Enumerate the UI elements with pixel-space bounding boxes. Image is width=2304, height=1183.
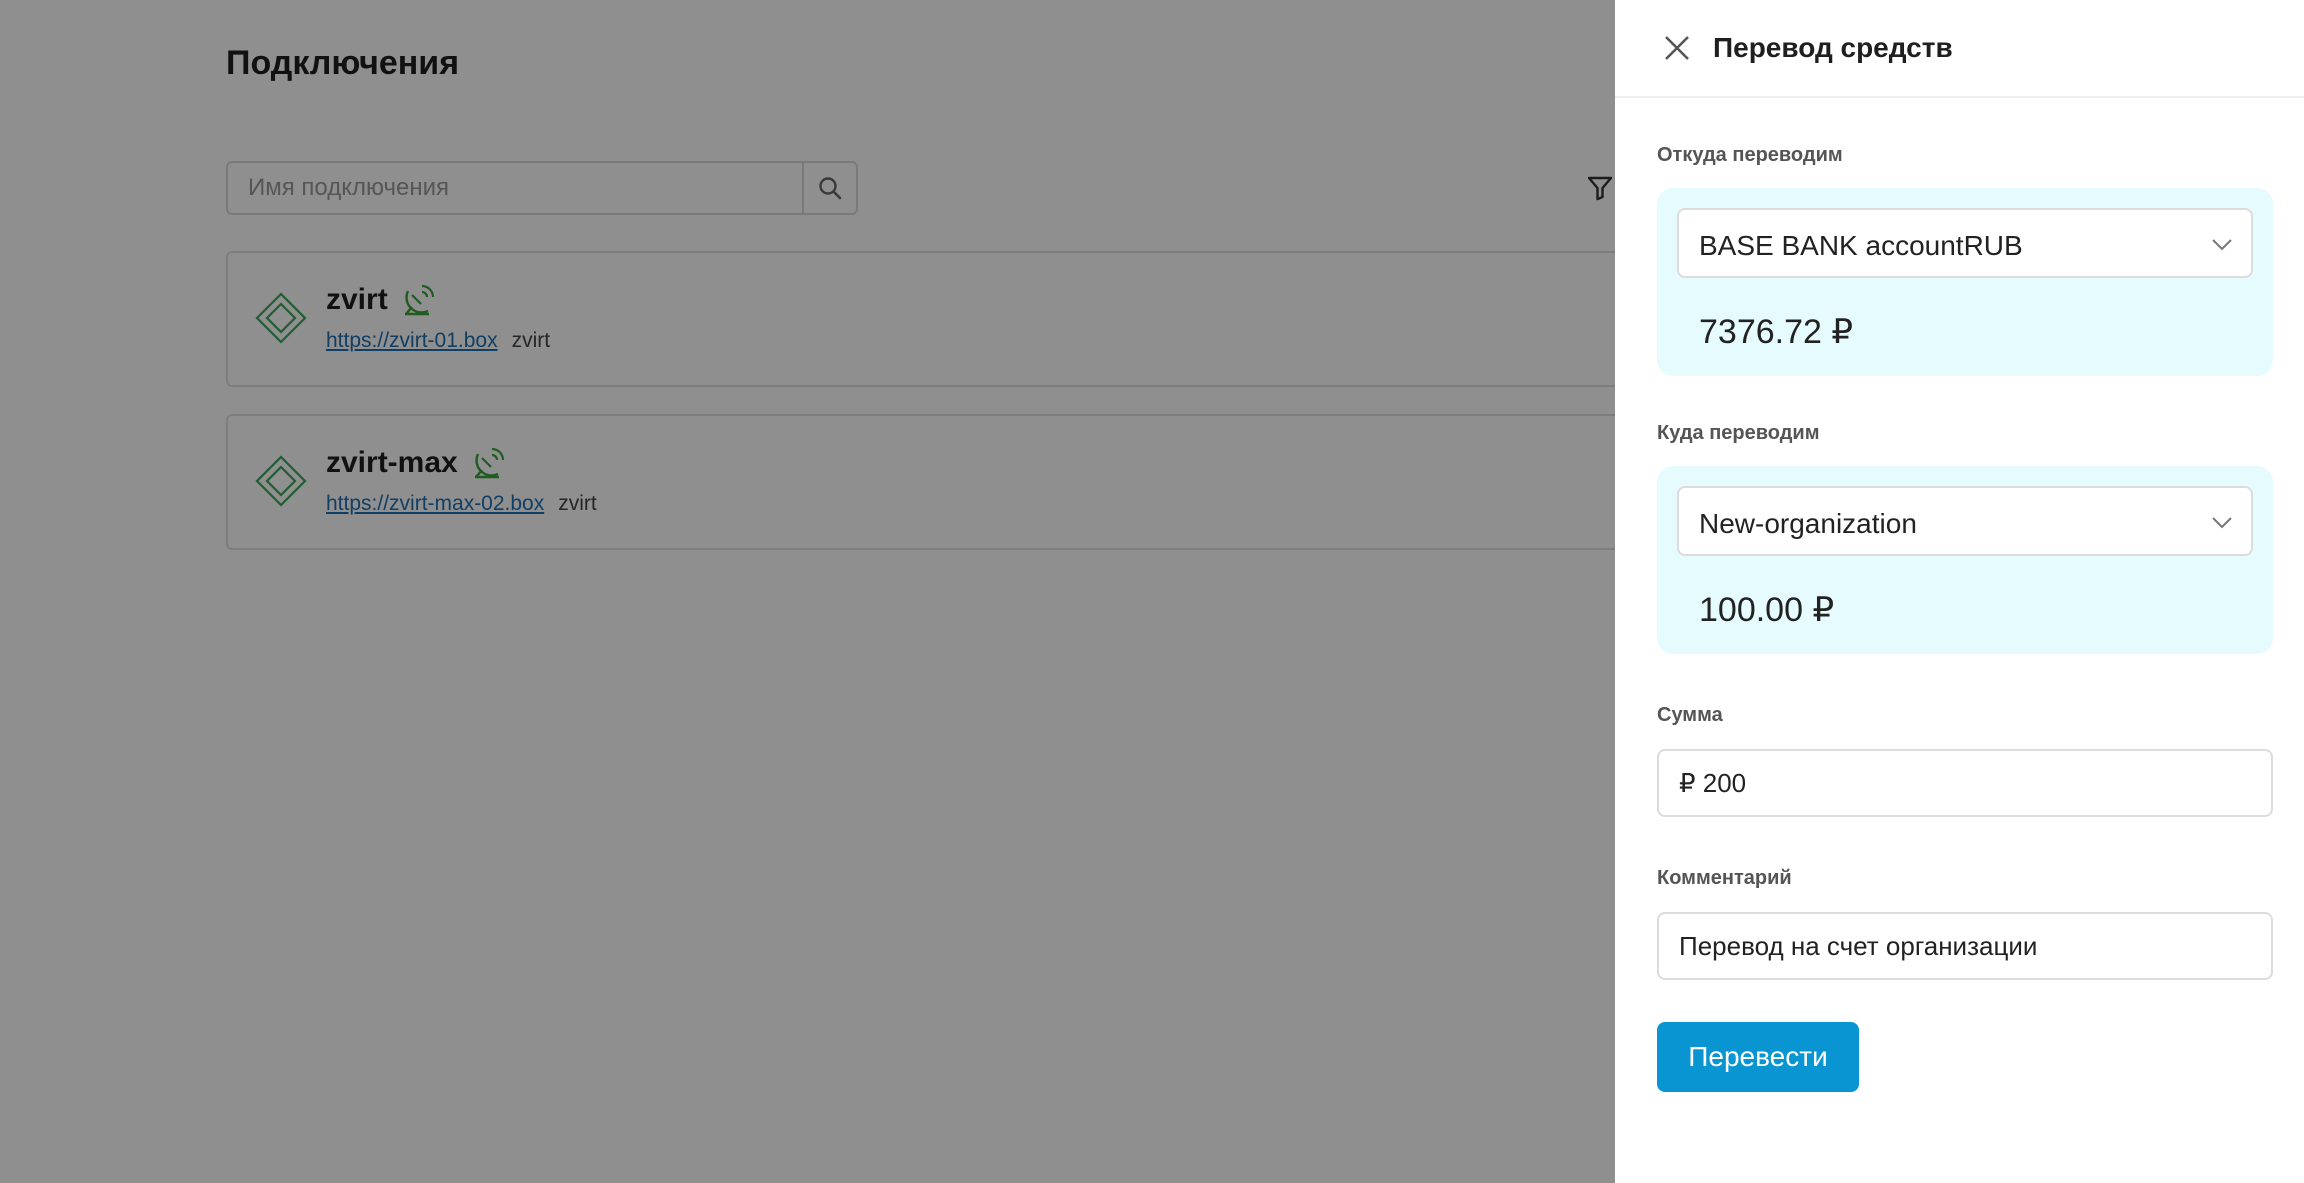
chevron-down-icon: [2212, 517, 2232, 529]
modal-overlay[interactable]: [0, 0, 1615, 1183]
transfer-button[interactable]: Перевести: [1657, 1022, 1859, 1092]
to-balance: 100.00 ₽: [1699, 591, 1835, 629]
amount-label: Сумма: [1657, 704, 1723, 726]
transfer-drawer: Перевод средств Откуда переводим BASE BA…: [1615, 0, 2304, 1183]
from-label: Откуда переводим: [1657, 144, 1843, 166]
from-account-select[interactable]: BASE BANK accountRUB: [1677, 208, 2253, 278]
chevron-down-icon: [2212, 239, 2232, 251]
comment-label: Комментарий: [1657, 867, 1792, 889]
drawer-title: Перевод средств: [1713, 32, 1953, 63]
to-account-select[interactable]: New-organization: [1677, 486, 2253, 556]
drawer-header: Перевод средств: [1615, 0, 2304, 98]
amount-input[interactable]: [1657, 749, 2273, 817]
comment-input[interactable]: [1657, 912, 2273, 980]
from-balance: 7376.72 ₽: [1699, 313, 1853, 351]
from-account-box: BASE BANK accountRUB 7376.72 ₽: [1657, 188, 2273, 376]
close-icon: [1665, 36, 1689, 60]
to-label: Куда переводим: [1657, 422, 1820, 444]
to-account-value: New-organization: [1699, 508, 1917, 539]
to-account-box: New-organization 100.00 ₽: [1657, 466, 2273, 654]
from-account-value: BASE BANK accountRUB: [1699, 230, 2023, 261]
close-button[interactable]: [1661, 32, 1693, 64]
